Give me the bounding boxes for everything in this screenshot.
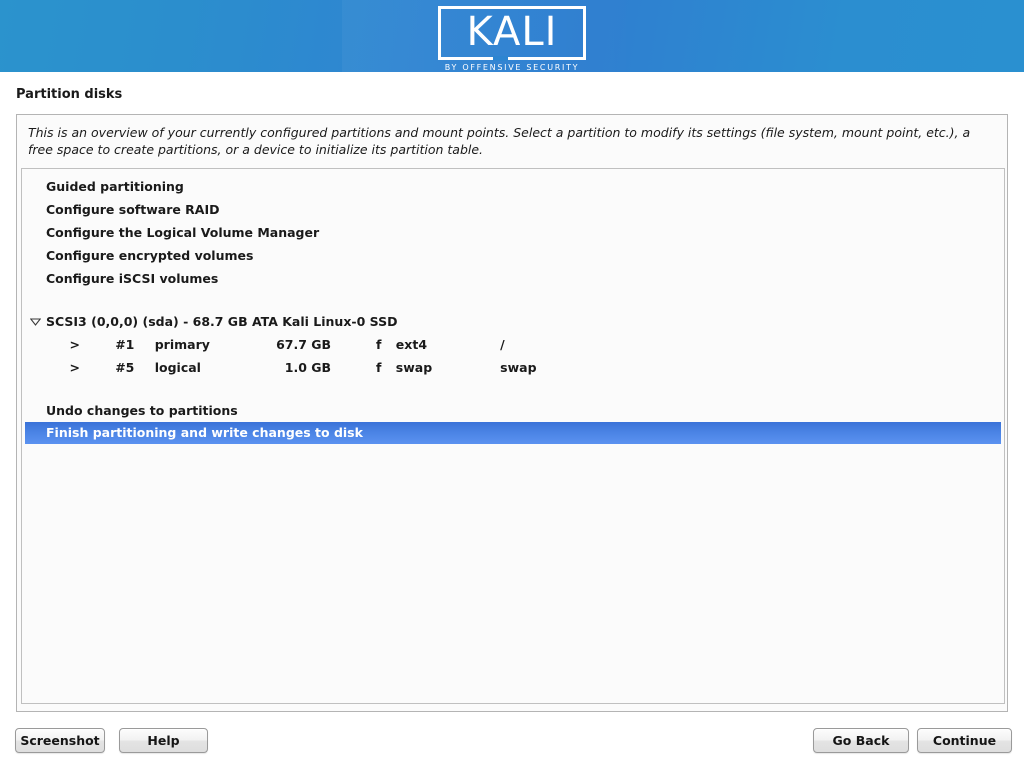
menu-item-undo-changes[interactable]: Undo changes to partitions (22, 399, 1004, 422)
partition-flag: f (375, 337, 382, 352)
partition-marker: > (69, 360, 80, 375)
kali-banner: KALI BY OFFENSIVE SECURITY (0, 0, 1024, 72)
triangle-down-icon[interactable] (26, 317, 44, 326)
partition-number: #1 (115, 337, 135, 352)
partition-number: #5 (115, 360, 135, 375)
partition-mountpoint: / (500, 337, 505, 352)
screenshot-button[interactable]: Screenshot (15, 728, 105, 753)
menu-item-finish-partitioning[interactable]: Finish partitioning and write changes to… (25, 422, 1001, 444)
list-spacer-2 (22, 300, 1004, 310)
table-row[interactable]: > #1 primary 67.7 GB f ext4 / (22, 333, 1004, 356)
device-row-sda[interactable]: SCSI3 (0,0,0) (sda) - 68.7 GB ATA Kali L… (22, 310, 1004, 333)
partition-marker: > (69, 337, 80, 352)
go-back-button[interactable]: Go Back (813, 728, 909, 753)
content-panel: This is an overview of your currently co… (16, 114, 1008, 712)
partition-flag: f (375, 360, 382, 375)
list-spacer-4 (22, 389, 1004, 399)
page-title: Partition disks (16, 87, 123, 102)
footer-button-bar: Screenshot Help Go Back Continue (0, 728, 1024, 768)
partition-type: primary (154, 337, 210, 352)
partition-list-panel[interactable]: Guided partitioning Configure software R… (21, 168, 1005, 704)
kali-logo-text: KALI (466, 9, 558, 56)
menu-item-configure-encrypted-volumes[interactable]: Configure encrypted volumes (22, 244, 1004, 267)
partition-mountpoint: swap (500, 360, 537, 375)
menu-item-configure-lvm[interactable]: Configure the Logical Volume Manager (22, 221, 1004, 244)
partition-type: logical (154, 360, 201, 375)
help-button[interactable]: Help (119, 728, 208, 753)
kali-logo: KALI BY OFFENSIVE SECURITY (0, 6, 1024, 72)
kali-logo-frame: KALI (438, 6, 586, 61)
menu-item-guided-partitioning[interactable]: Guided partitioning (22, 175, 1004, 198)
list-spacer-1 (22, 290, 1004, 300)
page-description: This is an overview of your currently co… (28, 125, 971, 157)
partition-size: 67.7 GB (276, 337, 332, 352)
list-spacer-3 (22, 379, 1004, 389)
menu-item-configure-software-raid[interactable]: Configure software RAID (22, 198, 1004, 221)
partition-size: 1.0 GB (284, 360, 332, 375)
partition-filesystem: ext4 (395, 337, 428, 352)
device-label: SCSI3 (0,0,0) (sda) - 68.7 GB ATA Kali L… (46, 314, 398, 329)
kali-logo-tagline: BY OFFENSIVE SECURITY (444, 63, 580, 72)
partition-filesystem: swap (395, 360, 433, 375)
kali-logo-notch (493, 56, 508, 61)
table-row[interactable]: > #5 logical 1.0 GB f swap swap (22, 356, 1004, 379)
continue-button[interactable]: Continue (917, 728, 1012, 753)
menu-item-configure-iscsi-volumes[interactable]: Configure iSCSI volumes (22, 267, 1004, 290)
